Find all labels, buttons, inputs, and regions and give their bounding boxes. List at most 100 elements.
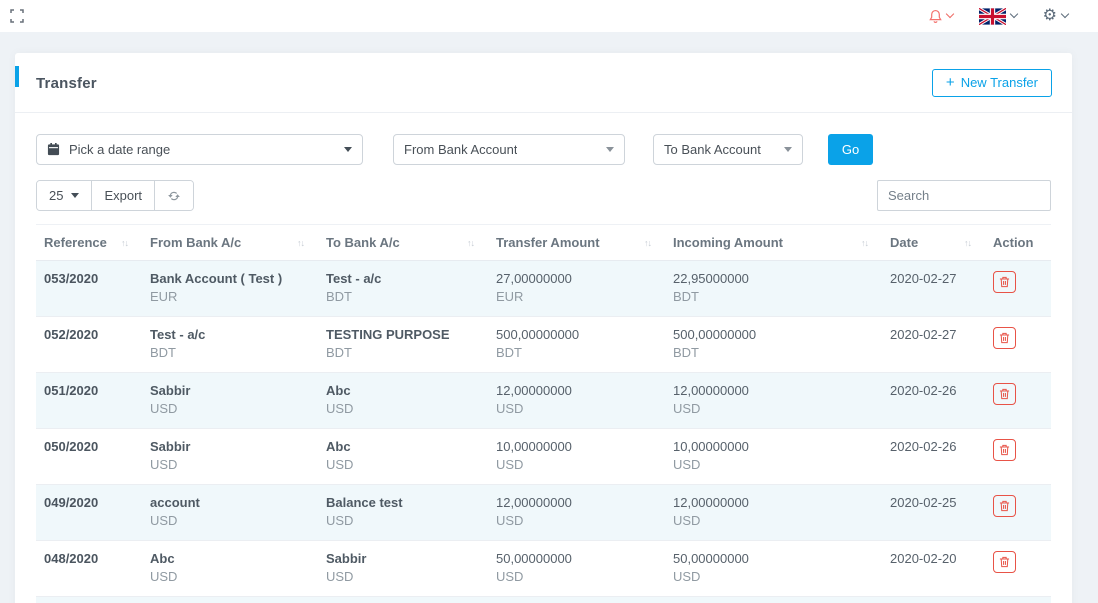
transfer-currency: BDT [496, 344, 657, 362]
from-account-cell: Bank Account ( Test )EUR [142, 261, 318, 317]
delete-transfer-button[interactable] [993, 551, 1016, 573]
transfer-amount-value: 500,00000000 [496, 326, 657, 344]
date-cell: 2020-02-25 [882, 485, 985, 541]
column-header-incoming-amount[interactable]: Incoming Amount↑↓ [665, 225, 882, 261]
incoming-amount-value: 500,00000000 [673, 326, 874, 344]
to-account-name: TESTING PURPOSE [326, 326, 480, 344]
notifications-menu[interactable] [929, 9, 953, 24]
sort-icon: ↑↓ [644, 238, 651, 248]
date-range-picker[interactable]: Pick a date range [36, 134, 363, 165]
trash-icon [999, 500, 1010, 512]
from-currency: USD [150, 400, 310, 418]
fullscreen-icon[interactable] [10, 9, 24, 23]
reference-cell: 050/2020 [36, 429, 142, 485]
transfer-currency: EUR [496, 288, 657, 306]
from-account-cell: AbcUSD [142, 541, 318, 597]
to-bank-label: To Bank Account [664, 142, 761, 157]
column-header-transfer-amount[interactable]: Transfer Amount↑↓ [488, 225, 665, 261]
delete-transfer-button[interactable] [993, 439, 1016, 461]
action-cell [985, 429, 1051, 485]
incoming-amount-cell: 10,00000000USD [665, 429, 882, 485]
transfer-card: Transfer + New Transfer Pick a date rang… [15, 53, 1072, 603]
filters-row: Pick a date range From Bank Account To B… [36, 134, 1051, 165]
trash-icon [999, 276, 1010, 288]
from-account-cell: Test - a/cBDT [142, 317, 318, 373]
from-bank-select[interactable]: From Bank Account [393, 134, 625, 165]
transfer-amount-cell: 12,00000000USD [488, 485, 665, 541]
date-value: 2020-02-20 [890, 550, 977, 568]
refresh-button[interactable] [154, 181, 193, 210]
to-currency: USD [326, 512, 480, 530]
from-account-name: Sabbir [150, 438, 310, 456]
incoming-amount-cell: 12,00000000USD [665, 485, 882, 541]
incoming-amount-value: 12,00000000 [673, 382, 874, 400]
column-header-date[interactable]: Date ↑↓ [882, 225, 985, 261]
uk-flag-icon [979, 8, 1006, 25]
date-cell: 2020-02-26 [882, 373, 985, 429]
date-cell: 2020-02-27 [882, 317, 985, 373]
from-currency: USD [150, 512, 310, 530]
sort-icon: ↑↓ [964, 238, 971, 248]
export-button[interactable]: Export [91, 181, 154, 210]
page-title: Transfer [36, 75, 97, 92]
new-transfer-button[interactable]: + New Transfer [932, 69, 1052, 97]
transfer-amount-value: 12,00000000 [496, 494, 657, 512]
column-label: To Bank A/c [326, 235, 400, 250]
column-header-to-bank-a-c[interactable]: To Bank A/c↑↓ [318, 225, 488, 261]
settings-menu[interactable]: ⚙︎ [1043, 8, 1068, 24]
transfer-currency: USD [496, 456, 657, 474]
to-account-cell: Test - a/cBDT [318, 261, 488, 317]
incoming-amount-cell: 22,95000000BDT [665, 261, 882, 317]
reference-cell: 048/2020 [36, 541, 142, 597]
trash-icon [999, 556, 1010, 568]
caret-down-icon [784, 147, 792, 152]
go-button[interactable]: Go [828, 134, 873, 165]
to-account-name: Balance test [326, 494, 480, 512]
to-account-cell: AbcUSD [318, 373, 488, 429]
sort-icon: ↑↓ [121, 238, 128, 248]
column-label: Reference [44, 235, 107, 250]
column-label: Date [890, 235, 918, 250]
delete-transfer-button[interactable] [993, 327, 1016, 349]
transfer-amount-cell: 50,00000000USD [488, 541, 665, 597]
action-cell [985, 541, 1051, 597]
new-transfer-label: New Transfer [961, 75, 1038, 90]
reference-cell: 052/2020 [36, 317, 142, 373]
delete-transfer-button[interactable] [993, 271, 1016, 293]
chevron-down-icon [1061, 10, 1069, 18]
to-bank-select[interactable]: To Bank Account [653, 134, 803, 165]
to-currency: BDT [326, 288, 480, 306]
gear-icon: ⚙︎ [1043, 8, 1057, 24]
table-toolbar: 25 Export [36, 180, 1051, 211]
from-account-name: Abc [150, 550, 310, 568]
transfer-currency: USD [496, 400, 657, 418]
table-row: 048/2020AbcUSDSabbirUSD50,00000000USD50,… [36, 541, 1051, 597]
from-account-cell: SabbirUSD [142, 373, 318, 429]
export-label: Export [104, 188, 142, 203]
date-cell: 2020-02-26 [882, 429, 985, 485]
transfer-amount-value: 27,00000000 [496, 270, 657, 288]
plus-icon: + [946, 76, 955, 89]
page-size-select[interactable]: 25 [37, 181, 91, 210]
transfer-amount-cell: 50,02100000 [488, 597, 665, 603]
table-row: 049/2020accountUSDBalance testUSD12,0000… [36, 485, 1051, 541]
from-currency: USD [150, 568, 310, 586]
delete-transfer-button[interactable] [993, 383, 1016, 405]
transfer-amount-value: 10,00000000 [496, 438, 657, 456]
to-currency: BDT [326, 344, 480, 362]
reference-cell: 049/2020 [36, 485, 142, 541]
language-menu[interactable] [979, 8, 1017, 25]
date-range-label: Pick a date range [69, 142, 170, 157]
to-currency: USD [326, 456, 480, 474]
column-header-from-bank-a-c[interactable]: From Bank A/c↑↓ [142, 225, 318, 261]
table-row: 052/2020Test - a/cBDTTESTING PURPOSEBDT5… [36, 317, 1051, 373]
transfer-amount-cell: 27,00000000EUR [488, 261, 665, 317]
column-header-reference[interactable]: Reference ↑↓ [36, 225, 142, 261]
delete-transfer-button[interactable] [993, 495, 1016, 517]
sort-icon: ↑↓ [861, 238, 868, 248]
refresh-icon [167, 189, 181, 203]
action-cell [985, 317, 1051, 373]
search-input[interactable] [877, 180, 1051, 211]
from-account-cell: SabbirUSD [142, 429, 318, 485]
incoming-amount-cell: 500,00000000BDT [665, 317, 882, 373]
